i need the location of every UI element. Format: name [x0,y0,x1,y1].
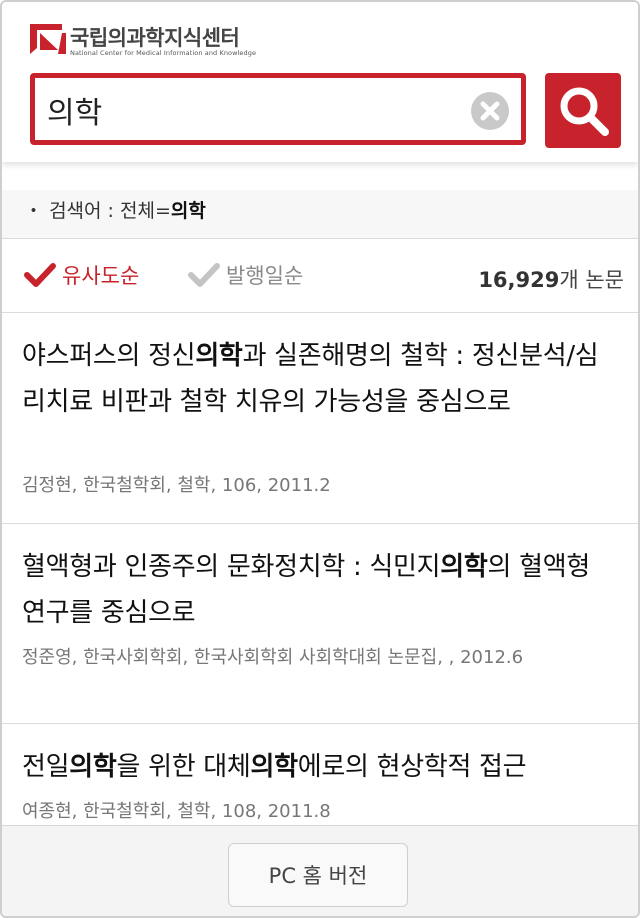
query-summary: ・ 검색어 : 전체=의학 [2,190,638,239]
sort-similarity-label: 유사도순 [62,264,140,288]
title-text: 야스퍼스의 정신 [22,341,196,371]
result-title[interactable]: 전일의학을 위한 대체의학에로의 현상학적 접근 [22,744,608,790]
logo-subtitle: National Center for Medical Information … [70,49,257,57]
pc-version-button[interactable]: PC 홈 버전 [228,843,408,907]
app-frame: 국립의과학지식센터 National Center for Medical In… [0,0,640,918]
clear-icon [480,101,500,121]
title-text: 에로의 현상학적 접근 [297,752,527,782]
check-icon [24,263,56,287]
result-count-suffix: 개 논문 [559,268,624,292]
clear-button[interactable] [471,92,509,130]
sort-date-label: 발행일순 [226,264,304,288]
search-box [30,73,526,145]
result-count: 16,929개 논문 [478,264,624,294]
list-item: 야스퍼스의 정신의학과 실존해명의 철학 : 정신분석/심리치료 비판과 철학 … [2,313,638,524]
query-text: ・ 검색어 : 전체=의학 [24,196,206,223]
search-button[interactable] [545,73,621,148]
title-text: 전일 [22,752,70,782]
result-title[interactable]: 야스퍼스의 정신의학과 실존해명의 철학 : 정신분석/심리치료 비판과 철학 … [22,333,608,425]
title-text: 을 위한 대체 [116,752,251,782]
list-item: 혈액형과 인종주의 문화정치학 : 식민지의학의 혈액형 연구를 중심으로 정준… [2,524,638,724]
query-bullet: ・ [24,200,44,222]
footer: PC 홈 버전 [2,825,638,916]
sort-bar: 유사도순 발행일순 16,929개 논문 [2,240,638,313]
title-highlight: 의학 [440,552,488,582]
result-count-number: 16,929 [478,268,560,292]
result-meta: 여종현, 한국철학회, 철학, 108, 2011.8 [22,801,331,822]
nckm-logo-icon [30,24,66,54]
result-meta: 김정현, 한국철학회, 철학, 106, 2011.2 [22,475,331,496]
query-term: 의학 [170,200,206,222]
result-meta: 정준영, 한국사회학회, 한국사회학회 사회학대회 논문집, , 2012.6 [22,647,524,668]
search-input[interactable] [47,88,467,132]
check-icon [188,263,220,287]
query-label: 검색어 : 전체= [49,200,171,222]
title-highlight: 의학 [250,752,299,782]
result-title[interactable]: 혈액형과 인종주의 문화정치학 : 식민지의학의 혈액형 연구를 중심으로 [22,544,608,636]
title-highlight: 의학 [195,341,243,371]
header: 국립의과학지식센터 National Center for Medical In… [2,2,638,162]
logo-name: 국립의과학지식센터 [70,26,240,50]
title-highlight: 의학 [69,752,117,782]
title-text: 혈액형과 인종주의 문화정치학 : 식민지 [22,552,441,582]
search-icon [560,87,609,136]
